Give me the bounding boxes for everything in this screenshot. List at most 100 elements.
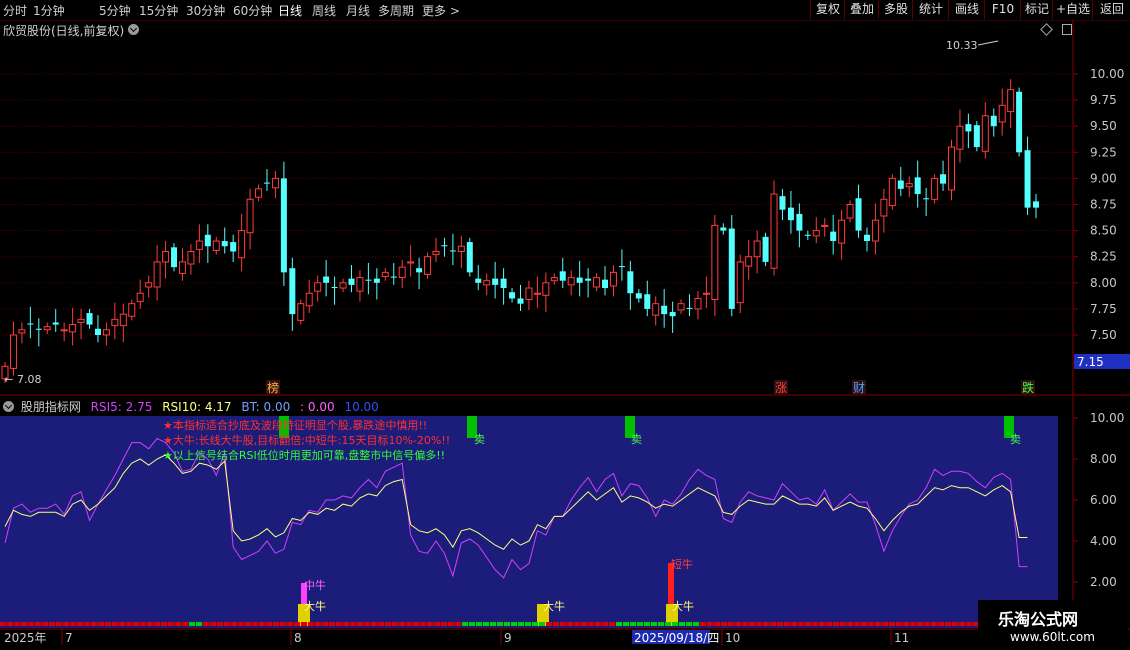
signal-strip-cell — [665, 622, 671, 626]
indicator-value-1: : 0.00 — [300, 400, 335, 414]
signal-strip-cell — [462, 622, 468, 626]
indicator-note: ★以上信号结合RSI低位时用更加可靠,盘整市中信号偏多!! — [163, 448, 445, 462]
signal-strip-cell — [399, 622, 405, 626]
candle-body — [677, 303, 685, 311]
year-label: 2025年 — [4, 631, 47, 645]
signal-strip-cell — [385, 622, 391, 626]
candle-body — [567, 277, 575, 286]
candle-body — [736, 261, 744, 304]
candle-body — [923, 198, 930, 200]
candle-body — [965, 124, 972, 132]
event-marker-label[interactable]: 跌 — [1022, 380, 1034, 395]
signal-strip-cell — [98, 622, 104, 626]
signal-strip-cell — [854, 622, 860, 626]
candle-body — [871, 219, 879, 242]
candle-body — [238, 230, 246, 259]
candle-body — [855, 198, 862, 231]
signal-strip-cell — [693, 622, 699, 626]
rsi5-value: RSI5: 2.75 — [90, 400, 153, 414]
signal-strip-cell — [840, 622, 846, 626]
candle-body — [1016, 91, 1023, 153]
signal-strip-cell — [427, 622, 433, 626]
last-price-label: 7.15 — [1077, 355, 1104, 369]
signal-strip-cell — [588, 622, 594, 626]
signal-strip-cell — [476, 622, 482, 626]
signal-strip-cell — [532, 622, 538, 626]
signal-strip-cell — [182, 622, 188, 626]
signal-strip-cell — [266, 622, 272, 626]
signal-strip-cell — [658, 622, 664, 626]
candle-body — [323, 276, 330, 283]
event-marker-label[interactable]: 财 — [853, 381, 865, 395]
month-label: 8 — [294, 631, 302, 645]
signal-strip-cell — [161, 622, 167, 626]
signal-strip-cell — [784, 622, 790, 626]
signal-strip-cell — [875, 622, 881, 626]
signal-strip-cell — [154, 622, 160, 626]
price-tick-label: 7.50 — [1090, 328, 1117, 342]
candle-body — [1033, 201, 1039, 208]
signal-strip-cell — [329, 622, 335, 626]
signal-strip-cell — [896, 622, 902, 626]
event-marker-label[interactable]: 榜 — [267, 380, 279, 395]
big-bull-label: 大牛 — [543, 599, 565, 613]
signal-strip-cell — [91, 622, 97, 626]
candle-body — [635, 293, 642, 299]
indicator-axis: 10.00 8.00 6.00 4.00 2.00 — [1073, 411, 1124, 589]
signal-strip-cell — [966, 622, 972, 626]
candle-body — [517, 298, 524, 304]
candle-body — [669, 312, 676, 317]
signal-strip-cell — [560, 622, 566, 626]
candle-body — [542, 282, 550, 296]
signal-strip-cell — [336, 622, 342, 626]
candle-body — [1024, 150, 1031, 208]
signal-strip-cell — [434, 622, 440, 626]
candle-body — [86, 313, 93, 325]
candle-body — [796, 213, 803, 231]
signal-strip-cell — [49, 622, 55, 626]
candle-body — [365, 279, 372, 281]
low-price-label: 7.08 — [17, 373, 42, 386]
candle-body — [60, 329, 68, 332]
candle-body — [863, 234, 870, 242]
candle-body — [509, 292, 516, 299]
candle-body — [153, 261, 161, 288]
chart-canvas: 10.00 9.75 9.50 9.25 9.00 8.75 8.50 8.25 8.00 7.7… — [0, 20, 1130, 645]
signal-strip-cell — [469, 622, 475, 626]
candle-body — [779, 196, 786, 210]
main-price-axis: 10.00 9.75 9.50 9.25 9.00 8.75 8.50 8.25 8.00 7.7… — [1073, 67, 1130, 369]
signal-strip-cell — [133, 622, 139, 626]
candle-body — [838, 219, 846, 244]
signal-strip-cell — [420, 622, 426, 626]
sell-signal-label: 卖 — [631, 433, 642, 446]
signal-strip-cell — [707, 622, 713, 626]
candle-body — [187, 250, 195, 265]
candle-body — [804, 234, 811, 236]
signal-strip-cell — [679, 622, 685, 626]
signal-strip-cell — [644, 622, 650, 626]
candle-body — [931, 177, 939, 200]
candle-body — [576, 277, 583, 283]
candle-body — [492, 278, 499, 285]
signal-strip-cell — [539, 622, 545, 626]
candle-body — [390, 276, 397, 278]
candle-body — [914, 177, 921, 195]
candle-body — [128, 303, 136, 317]
chevron-down-icon[interactable] — [3, 401, 14, 412]
candle-body — [356, 277, 364, 292]
signal-strip-cell — [343, 622, 349, 626]
signal-strip-cell — [763, 622, 769, 626]
candle-body — [331, 286, 338, 289]
candle-body — [559, 271, 566, 281]
month-label: 10 — [725, 631, 740, 645]
signal-strip-cell — [945, 622, 951, 626]
candle-body — [998, 104, 1006, 123]
signal-strip-cell — [924, 622, 930, 626]
signal-strip-cell — [735, 622, 741, 626]
signal-strip-cell — [609, 622, 615, 626]
signal-strip-cell — [126, 622, 132, 626]
event-marker-label[interactable]: 涨 — [775, 380, 787, 395]
candle-body — [171, 247, 178, 268]
signal-strip-cell — [483, 622, 489, 626]
signal-strip-cell — [777, 622, 783, 626]
